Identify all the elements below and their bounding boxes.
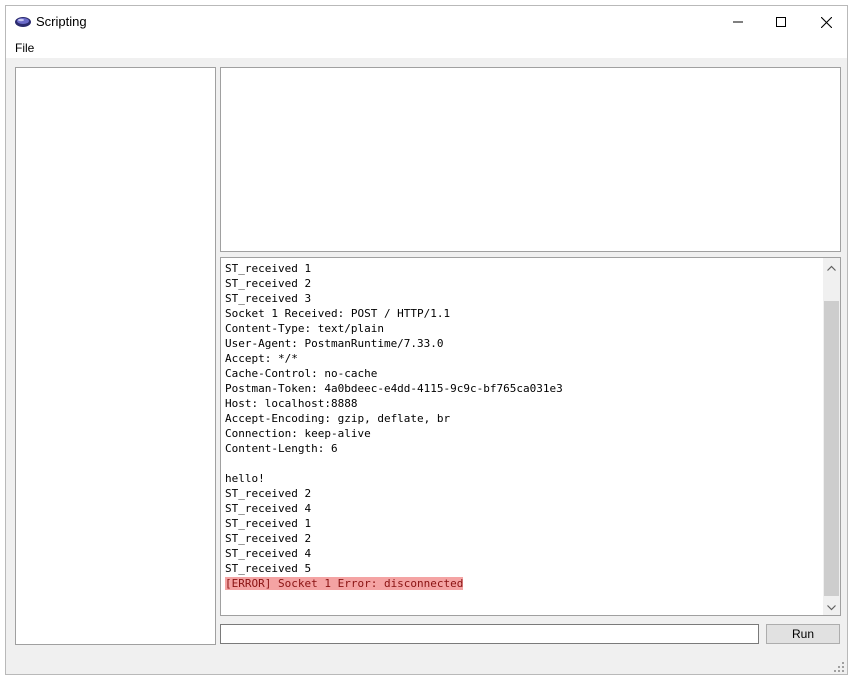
console-line: ST_received 1 (225, 262, 312, 275)
console-line: Accept: */* (225, 352, 298, 365)
chevron-up-icon (827, 258, 836, 276)
console-line: Accept-Encoding: gzip, deflate, br (225, 412, 451, 425)
console-line: ST_received 2 (225, 487, 312, 500)
script-editor-panel[interactable] (220, 67, 841, 252)
console-line: Postman-Token: 4a0bdeec-e4dd-4115-9c9c-b… (225, 382, 563, 395)
console-line: ST_received 4 (225, 502, 312, 515)
console-output[interactable]: ST_received 1 ST_received 2 ST_received 3 S… (220, 257, 841, 616)
close-icon (820, 16, 832, 28)
console-line: User-Agent: PostmanRuntime/7.33.0 (225, 337, 444, 350)
console-line: hello! (225, 472, 265, 485)
console-line: ST_received 2 (225, 277, 312, 290)
console-line: ST_received 2 (225, 532, 312, 545)
console-scrollbar[interactable] (823, 258, 840, 615)
console-text: ST_received 1 ST_received 2 ST_received 3 S… (225, 261, 820, 591)
minimize-button[interactable] (715, 6, 761, 38)
chevron-down-icon (827, 598, 836, 616)
menu-file[interactable]: File (14, 41, 35, 55)
console-error-line: [ERROR] Socket 1 Error: disconnected (225, 576, 820, 591)
title-bar[interactable]: Scripting (6, 6, 847, 38)
console-line: ST_received 1 (225, 517, 312, 530)
resize-grip-icon[interactable] (833, 660, 845, 672)
close-button[interactable] (803, 6, 849, 38)
console-line: Connection: keep-alive (225, 427, 371, 440)
maximize-button[interactable] (758, 6, 804, 38)
console-line: Content-Length: 6 (225, 442, 338, 455)
app-window: Scripting File ST_received 1 ST_received … (5, 5, 848, 675)
command-input[interactable] (220, 624, 759, 644)
app-icon (14, 15, 32, 27)
console-line: ST_received 5 (225, 562, 312, 575)
minimize-icon (733, 17, 743, 27)
console-line: Host: localhost:8888 (225, 397, 358, 410)
scroll-down-button[interactable] (823, 598, 840, 615)
maximize-icon (776, 17, 786, 27)
console-line: ST_received 4 (225, 547, 312, 560)
script-list-panel[interactable] (15, 67, 216, 645)
console-line: Cache-Control: no-cache (225, 367, 378, 380)
scroll-thumb[interactable] (824, 301, 839, 596)
console-line: Socket 1 Received: POST / HTTP/1.1 (225, 307, 451, 320)
run-button[interactable]: Run (766, 624, 840, 644)
console-error-text: [ERROR] Socket 1 Error: disconnected (225, 577, 464, 590)
window-title: Scripting (36, 14, 87, 29)
console-line: ST_received 3 (225, 292, 312, 305)
console-line: Content-Type: text/plain (225, 322, 384, 335)
scroll-up-button[interactable] (823, 258, 840, 275)
menu-bar: File (6, 38, 847, 58)
